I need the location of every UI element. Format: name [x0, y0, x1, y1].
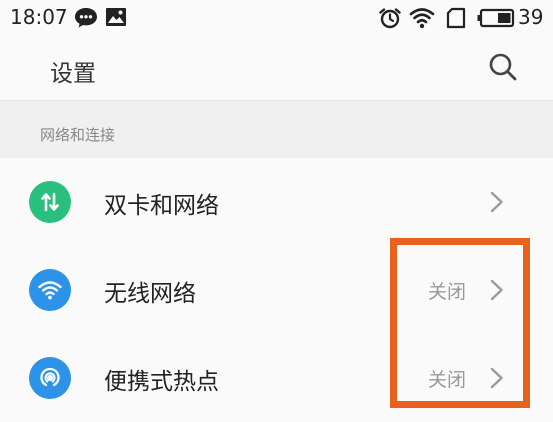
dual-sim-icon: [29, 181, 71, 223]
settings-item-hotspot[interactable]: 便携式热点 关闭: [0, 334, 553, 422]
search-icon: [489, 53, 517, 81]
chevron-right-icon: [490, 279, 503, 301]
settings-list: 双卡和网络 无线网络 关闭 便携式热点 关闭: [0, 158, 553, 400]
settings-item-label: 无线网络: [104, 281, 196, 307]
battery-icon: [477, 8, 515, 28]
settings-item-value: 关闭: [428, 281, 467, 303]
section-header: 网络和连接: [0, 100, 553, 159]
page-title: 设置: [50, 61, 96, 87]
wifi-icon: [409, 8, 435, 29]
status-bar: 18:07 39: [0, 0, 553, 36]
battery-level: 39: [518, 5, 544, 29]
status-time: 18:07: [10, 5, 68, 29]
settings-item-label: 便携式热点: [104, 369, 219, 395]
section-title: 网络和连接: [40, 126, 116, 144]
chat-icon: [75, 8, 97, 28]
alarm-icon: [379, 8, 401, 29]
app-bar: 设置: [0, 36, 553, 100]
image-icon: [106, 8, 126, 26]
wifi-icon: [29, 269, 71, 311]
settings-item-dual-sim[interactable]: 双卡和网络: [0, 158, 553, 246]
sim-card-icon: [446, 7, 466, 29]
settings-item-value: 关闭: [428, 369, 467, 391]
chevron-right-icon: [490, 367, 503, 389]
settings-item-label: 双卡和网络: [104, 193, 219, 219]
search-button[interactable]: [486, 50, 520, 84]
chevron-right-icon: [490, 191, 503, 213]
settings-item-wifi[interactable]: 无线网络 关闭: [0, 246, 553, 334]
hotspot-icon: [29, 357, 71, 399]
